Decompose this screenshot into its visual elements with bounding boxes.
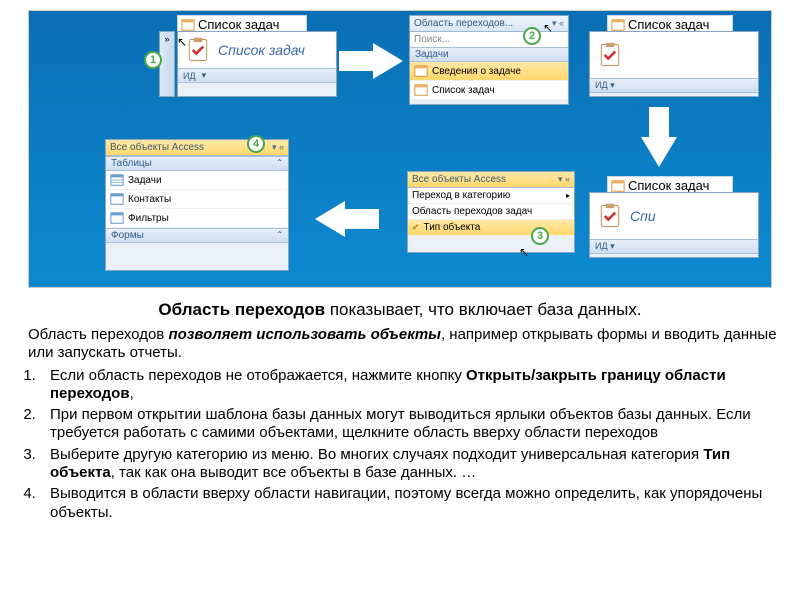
tab-title: Список задач: [198, 17, 279, 32]
hdr-text: Область переходов...: [414, 18, 513, 29]
cursor-icon: ↖: [543, 21, 553, 35]
table-icon: [110, 211, 124, 225]
heading-bold: Область переходов: [158, 300, 325, 319]
badge-1: 1: [144, 51, 162, 69]
form-icon: [611, 179, 625, 193]
panel-title: Спи: [630, 208, 656, 224]
item-label: Тип объекта: [424, 222, 481, 233]
section-tasks: Задачи: [410, 47, 568, 62]
badge-4: 4: [247, 135, 265, 153]
section-label: Таблицы: [111, 158, 152, 169]
panel-4: Все объекты Access ▾ « Таблицы⌃ Задачи К…: [105, 139, 289, 271]
clipboard-check-icon: [596, 202, 624, 230]
chevron-down-icon: ▾ «: [552, 18, 564, 29]
item-label: Список задач: [432, 85, 495, 96]
panel-2b: ИД ▾: [589, 31, 759, 97]
cursor-icon: ↖: [519, 245, 529, 259]
t: Выберите другую категорию из меню. Во мн…: [50, 446, 703, 463]
table-item-contacts[interactable]: Контакты: [106, 190, 288, 209]
heading: Область переходов показывает, что включа…: [22, 300, 778, 320]
panel-3: Все объекты Access ▾ « Переход в категор…: [407, 171, 575, 253]
table-icon: [110, 192, 124, 206]
hdr-text: Все объекты Access: [110, 142, 204, 153]
tab-title: Список задач: [628, 17, 709, 32]
section-label: Формы: [111, 230, 144, 241]
nav-item-task-details[interactable]: Сведения о задаче: [410, 62, 568, 81]
section-tables: Таблицы⌃: [106, 156, 288, 171]
chevron-icon: ▾ «: [272, 142, 284, 153]
menu-navpane-tasks[interactable]: Область переходов задач: [408, 204, 574, 220]
form-icon: [181, 18, 195, 32]
t: Область переходов: [28, 326, 168, 343]
form-icon: [414, 64, 428, 78]
arrow-right: [339, 51, 373, 71]
footer-label: ИД: [595, 241, 608, 251]
footer-label: ИД: [595, 80, 608, 90]
footer-label: ИД: [183, 71, 196, 81]
step-4: Выводится в области вверху области навиг…: [40, 485, 778, 522]
hdr-text: Все объекты Access: [412, 174, 506, 185]
item-label: Сведения о задаче: [432, 66, 521, 77]
arrow-down-head: [641, 137, 677, 167]
table-item-filters[interactable]: Фильтры: [106, 209, 288, 228]
form-icon: [414, 83, 428, 97]
check-icon: ✔: [412, 222, 420, 233]
intro-paragraph: Область переходов позволяет использовать…: [28, 326, 778, 363]
clipboard-check-icon: [596, 41, 624, 69]
badge-2: 2: [523, 27, 541, 45]
clipboard-check-icon: [184, 36, 212, 64]
tab-title: Список задач: [628, 178, 709, 193]
item-label: Задачи: [128, 175, 162, 186]
cursor-icon: ↖: [177, 35, 187, 49]
access-navigation-diagram: Список задач Список задач ИД▾ » ↖ 1 Обла…: [28, 10, 772, 288]
steps-list: Если область переходов не отображается, …: [36, 367, 778, 522]
panel-1: Список задач ИД▾: [177, 31, 337, 97]
item-label: Контакты: [128, 194, 171, 205]
item-label: Фильтры: [128, 213, 169, 224]
t: позволяет использовать объекты: [168, 326, 441, 343]
panel3-header[interactable]: Все объекты Access ▾ «: [408, 172, 574, 188]
menu-object-type[interactable]: ✔ Тип объекта: [408, 220, 574, 236]
step-1: Если область переходов не отображается, …: [40, 367, 778, 404]
panel-title: Список задач: [218, 42, 305, 58]
arrow-left-head: [315, 201, 345, 237]
table-icon: [110, 173, 124, 187]
chevron-icon: ▾ «: [558, 174, 570, 185]
panel-3b: Спи ИД ▾: [589, 192, 759, 258]
heading-rest: показывает, что включает база данных.: [325, 300, 641, 319]
text-content: Область переходов показывает, что включа…: [0, 300, 800, 522]
t: ,: [130, 385, 134, 402]
form-icon: [611, 18, 625, 32]
t: Если область переходов не отображается, …: [50, 367, 466, 384]
nav-item-task-list[interactable]: Список задач: [410, 81, 568, 100]
item-label: Область переходов задач: [412, 206, 532, 217]
badge-3: 3: [531, 227, 549, 245]
item-label: Переход в категорию: [412, 190, 510, 201]
arrow-left: [345, 209, 379, 229]
step-2: При первом открытии шаблона базы данных …: [40, 406, 778, 443]
section-forms: Формы⌃: [106, 228, 288, 243]
t: , так как она выводит все объекты в базе…: [111, 464, 477, 481]
arrow-down: [649, 107, 669, 137]
collapsed-navpane[interactable]: »: [159, 31, 175, 97]
table-item-tasks[interactable]: Задачи: [106, 171, 288, 190]
arrow-right-head: [373, 43, 403, 79]
menu-goto-category[interactable]: Переход в категорию▸: [408, 188, 574, 204]
step-3: Выберите другую категорию из меню. Во мн…: [40, 446, 778, 483]
